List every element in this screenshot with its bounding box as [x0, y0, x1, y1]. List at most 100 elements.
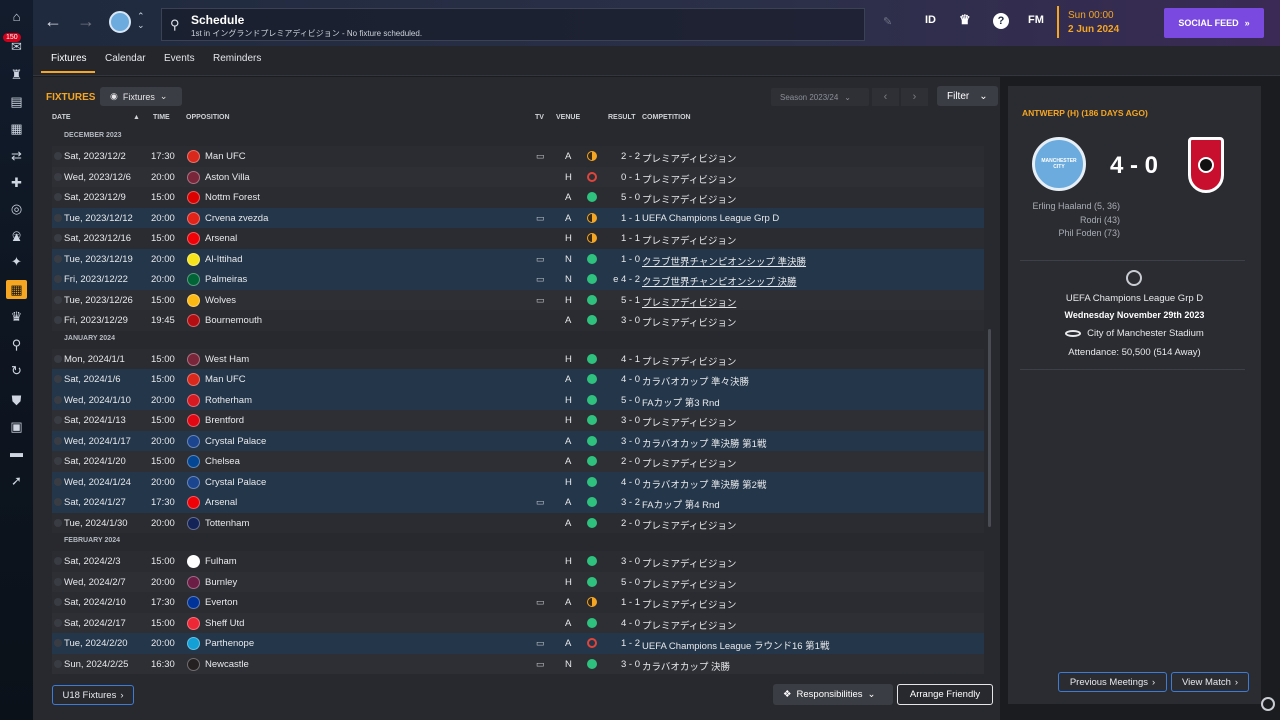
arrange-friendly-button[interactable]: Arrange Friendly — [897, 684, 993, 705]
previous-meetings-button[interactable]: Previous Meetings › — [1058, 672, 1167, 692]
opponent-name[interactable]: Burnley — [205, 577, 237, 588]
tab-fixtures[interactable]: Fixtures — [51, 53, 87, 64]
fixture-score[interactable]: 1 - 1 — [608, 213, 640, 224]
tab-reminders[interactable]: Reminders — [213, 53, 261, 64]
fixture-row[interactable]: Wed, 2024/1/24 20:00 Crystal Palace H 4 - 0カ… — [52, 471, 984, 492]
opponent-name[interactable]: Parthenope — [205, 638, 254, 649]
fixture-competition[interactable]: プレミアディビジョン — [642, 556, 736, 570]
next-season-button[interactable]: › — [901, 88, 928, 106]
opponent-name[interactable]: Crystal Palace — [205, 477, 266, 488]
fixtures-scrollbar[interactable] — [988, 329, 991, 527]
fixture-competition[interactable]: プレミアディビジョン — [642, 618, 736, 632]
opponent-name[interactable]: Tottenham — [205, 518, 249, 529]
fixture-score[interactable]: 0 - 1 — [608, 172, 640, 183]
opponent-name[interactable]: Arsenal — [205, 233, 237, 244]
fixture-score[interactable]: 4 - 0 — [608, 618, 640, 629]
fixtures-view-dropdown[interactable]: ◉ Fixtures ⌄ — [100, 87, 182, 106]
pencil-icon[interactable]: ✎ — [883, 15, 892, 28]
fixture-competition[interactable]: カラバオカップ 準決勝 第1戦 — [642, 436, 766, 450]
fixture-score[interactable]: 5 - 0 — [608, 577, 640, 588]
fixture-score[interactable]: 2 - 2 — [608, 151, 640, 162]
id-button[interactable]: ID — [925, 14, 936, 26]
opponent-name[interactable]: Aston Villa — [205, 172, 250, 183]
fixture-row[interactable]: Wed, 2024/1/10 20:00 Rotherham H 5 - 0 FAカップ … — [52, 389, 984, 410]
game-date[interactable]: Sun 00:00 2 Jun 2024 — [1057, 6, 1157, 38]
tactics-icon[interactable]: ▤ — [8, 93, 25, 110]
fixture-row[interactable]: Mon, 2024/1/1 15:00 West Ham H 4 - 1 プレミアディビジ… — [52, 348, 984, 369]
fixture-score[interactable]: 3 - 0 — [608, 436, 640, 447]
finances-icon[interactable]: ▣ — [8, 418, 25, 435]
fixture-score[interactable]: 1 - 2 — [608, 638, 640, 649]
fixture-row[interactable]: Tue, 2024/1/30 20:00 Tottenham A 2 - 0 プレミアディ… — [52, 512, 984, 533]
fixture-score[interactable]: 1 - 1 — [608, 233, 640, 244]
fixture-competition[interactable]: UEFA Champions League ラウンド16 第1戦 — [642, 638, 829, 652]
opponent-name[interactable]: West Ham — [205, 354, 249, 365]
fixture-row[interactable]: Wed, 2024/1/17 20:00 Crystal Palace A 3 - 0カ… — [52, 430, 984, 451]
fixture-competition[interactable]: プレミアディビジョン — [642, 172, 736, 186]
fixture-competition[interactable]: カラバオカップ 準々決勝 — [642, 374, 749, 388]
opponent-name[interactable]: Palmeiras — [205, 274, 247, 285]
col-result[interactable]: RESULT — [608, 114, 635, 121]
fixture-row[interactable]: Sat, 2024/2/17 15:00 Sheff Utd A 4 - 0 プレミアディ… — [52, 612, 984, 633]
home-icon[interactable]: ⌂ — [8, 8, 25, 25]
medical-icon[interactable]: ✚ — [8, 174, 25, 191]
fixture-competition[interactable]: プレミアディビジョン — [642, 456, 736, 470]
dev-centre-icon[interactable]: ▬ — [8, 444, 25, 461]
fixture-competition[interactable]: UEFA Champions League Grp D — [642, 213, 779, 224]
fixture-row[interactable]: Sat, 2024/1/6 15:00 Man UFC A 4 - 0 カラバオカップ 準… — [52, 369, 984, 390]
opponent-name[interactable]: Crystal Palace — [205, 436, 266, 447]
opponent-name[interactable]: Chelsea — [205, 456, 240, 467]
u18-fixtures-button[interactable]: U18 Fixtures › — [52, 685, 134, 705]
opponent-name[interactable]: Rotherham — [205, 395, 252, 406]
opponent-name[interactable]: Arsenal — [205, 497, 237, 508]
col-venue[interactable]: VENUE — [556, 114, 580, 121]
fixture-score[interactable]: 5 - 0 — [608, 192, 640, 203]
sort-asc-icon[interactable]: ▲ — [133, 114, 140, 121]
club-switch-arrows-icon[interactable]: ⌃ ⌄ — [137, 12, 145, 30]
club-crest-icon[interactable] — [109, 11, 131, 33]
social-feed-button[interactable]: SOCIAL FEED » — [1164, 8, 1264, 38]
fixture-row[interactable]: Sun, 2024/2/25 16:30 Newcastle ▭ N 3 - 0 カラバオカ… — [52, 653, 984, 674]
fixture-score[interactable]: 3 - 0 — [608, 415, 640, 426]
fixture-row[interactable]: Tue, 2023/12/12 20:00 Crvena zvezda ▭ A 1 - 1… — [52, 207, 984, 228]
transfers-icon[interactable]: ⇄ — [8, 147, 25, 164]
opponent-name[interactable]: Sheff Utd — [205, 618, 244, 629]
fixture-score[interactable]: 2 - 0 — [608, 518, 640, 529]
col-date[interactable]: DATE — [52, 114, 71, 121]
fixture-competition[interactable]: プレミアディビジョン — [642, 151, 736, 165]
fixture-row[interactable]: Tue, 2023/12/19 20:00 Al-Ittihad ▭ N 1 - 0 クラブ… — [52, 248, 984, 269]
fixture-row[interactable]: Sat, 2024/2/3 15:00 Fulham H 3 - 0 プレミアディビジョン — [52, 551, 984, 572]
col-opposition[interactable]: OPPOSITION — [186, 114, 230, 121]
prev-season-button[interactable]: ‹ — [872, 88, 899, 106]
fixture-row[interactable]: Tue, 2024/2/20 20:00 Parthenope ▭ A 1 - 2 UEFA… — [52, 633, 984, 654]
fixture-competition[interactable]: プレミアディビジョン — [642, 577, 736, 591]
opponent-name[interactable]: Man UFC — [205, 374, 246, 385]
competitions-icon[interactable]: ♛ — [8, 308, 25, 325]
fixture-score[interactable]: 3 - 0 — [608, 659, 640, 670]
fixture-competition[interactable]: クラブ世界チャンピオンシップ 決勝 — [642, 274, 797, 288]
col-time[interactable]: TIME — [153, 114, 170, 121]
fixture-competition[interactable]: プレミアディビジョン — [642, 295, 736, 309]
fixture-competition[interactable]: FAカップ 第4 Rnd — [642, 497, 720, 511]
opponent-name[interactable]: Brentford — [205, 415, 244, 426]
fixture-competition[interactable]: クラブ世界チャンピオンシップ 準決勝 — [642, 254, 806, 268]
fixture-competition[interactable]: プレミアディビジョン — [642, 315, 736, 329]
fixture-score[interactable]: 4 - 1 — [608, 354, 640, 365]
opponent-name[interactable]: Man UFC — [205, 151, 246, 162]
search-icon[interactable]: ⚲ — [8, 336, 25, 353]
fixture-row[interactable]: Wed, 2024/2/7 20:00 Burnley H 5 - 0 プレミアディビジョ… — [52, 571, 984, 592]
fixture-competition[interactable]: プレミアディビジョン — [642, 354, 736, 368]
fixture-competition[interactable]: プレミアディビジョン — [642, 415, 736, 429]
fixture-score[interactable]: 3 - 2 — [608, 497, 640, 508]
season-dropdown[interactable]: Season 2023/24 ⌄ — [771, 88, 869, 106]
fixture-row[interactable]: Sat, 2024/2/10 17:30 Everton ▭ A 1 - 1 プレミアディビ… — [52, 592, 984, 613]
fixture-competition[interactable]: プレミアディビジョン — [642, 192, 736, 206]
club-info-icon[interactable]: ⛊ — [8, 392, 25, 409]
trophy-icon[interactable]: ♛ — [959, 12, 971, 28]
opponent-name[interactable]: Everton — [205, 597, 238, 608]
transfer-hub-icon[interactable]: ↻ — [8, 362, 25, 379]
fixture-competition[interactable]: FAカップ 第3 Rnd — [642, 395, 720, 409]
fm-menu-button[interactable]: FM — [1028, 14, 1044, 26]
fixture-score[interactable]: 4 - 0 — [608, 477, 640, 488]
opponent-name[interactable]: Fulham — [205, 556, 237, 567]
